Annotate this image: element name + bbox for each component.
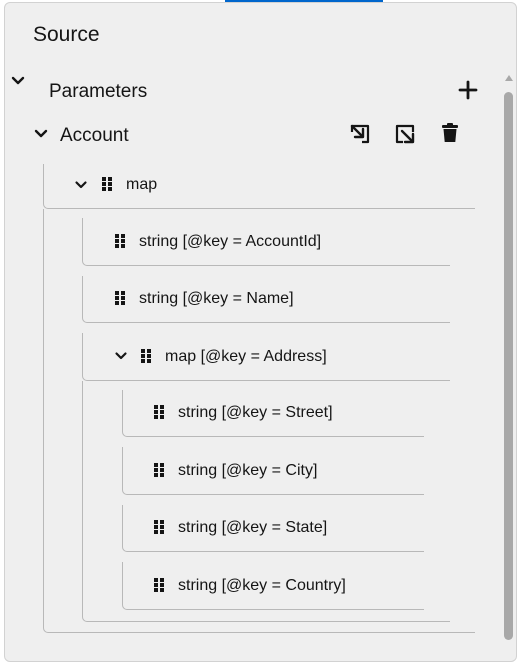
tree-node-label: map [@key = Address]: [165, 348, 327, 365]
tree-node-label: string [@key = State]: [178, 519, 328, 536]
tree-node-label: string [@key = AccountId]: [139, 233, 322, 250]
export-button[interactable]: [394, 123, 416, 145]
address-toggle[interactable]: [114, 349, 128, 363]
trash-icon: [442, 123, 458, 142]
import-button[interactable]: [349, 123, 371, 145]
account-toggle[interactable]: [33, 126, 49, 142]
grip-vertical-icon[interactable]: [101, 176, 113, 192]
chevron-down-icon: [11, 76, 25, 85]
import-icon: [350, 124, 370, 144]
tree-node-label: string [@key = Country]: [178, 577, 346, 594]
grip-vertical-icon[interactable]: [153, 462, 165, 478]
tree-node-label: string [@key = City]: [178, 462, 318, 479]
grip-vertical-icon[interactable]: [153, 519, 165, 535]
account-label: Account: [60, 125, 129, 146]
scrollbar-up-arrow[interactable]: [504, 73, 514, 83]
grip-vertical-icon[interactable]: [140, 348, 152, 364]
chevron-down-icon: [115, 352, 127, 360]
delete-button[interactable]: [439, 122, 461, 144]
map-toggle[interactable]: [74, 178, 88, 192]
add-parameter-button[interactable]: [458, 80, 478, 100]
tree-node-label: map: [126, 176, 158, 193]
scrollbar-thumb[interactable]: [504, 92, 513, 640]
export-icon: [395, 124, 415, 144]
chevron-down-icon: [75, 181, 87, 189]
grip-vertical-icon[interactable]: [114, 290, 126, 306]
plus-icon: [458, 80, 478, 100]
panel-title: Source: [33, 23, 100, 46]
chevron-down-icon: [34, 129, 48, 138]
parameters-label: Parameters: [49, 81, 148, 102]
parameters-toggle[interactable]: [10, 73, 26, 89]
caret-up-icon: [505, 75, 513, 81]
tree-node-label: string [@key = Name]: [139, 290, 294, 307]
grip-vertical-icon[interactable]: [153, 577, 165, 593]
grip-vertical-icon[interactable]: [153, 404, 165, 420]
tree-node-label: string [@key = Street]: [178, 404, 333, 421]
grip-vertical-icon[interactable]: [114, 233, 126, 249]
